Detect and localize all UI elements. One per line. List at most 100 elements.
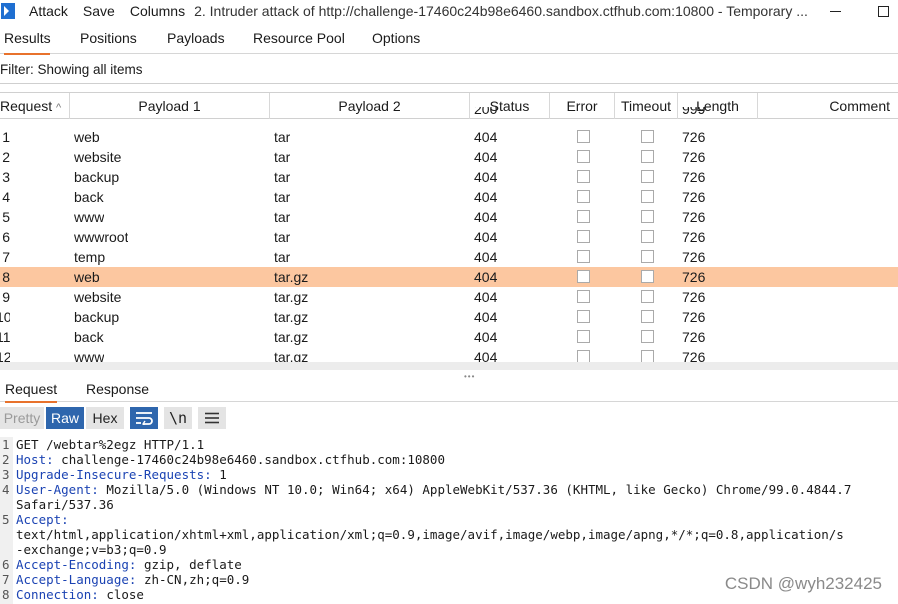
error-checkbox[interactable] (577, 350, 590, 362)
table-row[interactable]: 10 backup tar.gz 404 726 (0, 307, 898, 327)
word-wrap-button[interactable] (130, 407, 158, 429)
line-number: 1 (2, 437, 10, 452)
error-checkbox[interactable] (577, 330, 590, 343)
timeout-checkbox[interactable] (641, 330, 654, 343)
cell-length: 726 (682, 249, 706, 265)
line-number: 8 (2, 587, 10, 602)
timeout-checkbox[interactable] (641, 290, 654, 303)
error-checkbox[interactable] (577, 170, 590, 183)
cell-status: 404 (474, 249, 498, 265)
cell-payload2: tar (274, 129, 291, 145)
timeout-checkbox[interactable] (641, 190, 654, 203)
tab-positions[interactable]: Positions (80, 26, 140, 54)
tab-resource-pool[interactable]: Resource Pool (253, 26, 348, 54)
request-line-text: User-Agent: Mozilla/5.0 (Windows NT 10.0… (16, 482, 851, 497)
timeout-checkbox[interactable] (641, 170, 654, 183)
header-value: -exchange;v=b3;q=0.9 (16, 542, 167, 557)
table-row[interactable]: 3 backup tar 404 726 (0, 167, 898, 187)
table-row[interactable]: 8 web tar.gz 404 726 (0, 267, 898, 287)
menu-attack[interactable]: Attack (29, 3, 68, 19)
cell-status: 404 (474, 329, 498, 345)
show-newlines-button[interactable]: \n (164, 407, 192, 429)
request-line: 3 Upgrade-Insecure-Requests: 1 (0, 467, 898, 482)
table-row[interactable]: 4 back tar 404 726 (0, 187, 898, 207)
timeout-checkbox[interactable] (641, 130, 654, 143)
error-checkbox[interactable] (577, 210, 590, 223)
cell-payload2: tar.gz (274, 349, 309, 362)
error-checkbox[interactable] (577, 310, 590, 323)
error-checkbox[interactable] (577, 130, 590, 143)
maximize-button[interactable] (868, 0, 898, 22)
table-row[interactable]: 2 website tar 404 726 (0, 147, 898, 167)
request-line: 1 GET /webtar%2egz HTTP/1.1 (0, 437, 898, 452)
tab-payloads[interactable]: Payloads (167, 26, 227, 54)
cell-status: 200 (474, 107, 498, 117)
timeout-checkbox[interactable] (641, 230, 654, 243)
tab-request[interactable]: Request (5, 378, 57, 403)
maximize-icon (877, 5, 889, 17)
error-checkbox[interactable] (577, 190, 590, 203)
timeout-checkbox[interactable] (641, 210, 654, 223)
cell-length: 726 (682, 149, 706, 165)
header-key: Host: (16, 452, 54, 467)
hex-button[interactable]: Hex (86, 407, 124, 429)
cell-status: 404 (474, 129, 498, 145)
error-checkbox[interactable] (577, 270, 590, 283)
cell-payload2: tar (274, 149, 291, 165)
pane-splitter[interactable]: ••• (0, 370, 898, 381)
cell-payload1: backup (74, 309, 120, 325)
menu-save[interactable]: Save (83, 3, 115, 19)
request-line-text: Accept: (16, 512, 69, 527)
header-key: Accept-Encoding: (16, 557, 137, 572)
tab-response[interactable]: Response (86, 378, 150, 402)
timeout-checkbox[interactable] (641, 250, 654, 263)
cell-payload2: tar.gz (274, 289, 309, 305)
raw-button[interactable]: Raw (46, 407, 84, 429)
timeout-checkbox[interactable] (641, 350, 654, 362)
menu-columns[interactable]: Columns (130, 3, 185, 19)
header-key: Accept: (16, 512, 69, 527)
timeout-checkbox[interactable] (641, 270, 654, 283)
request-line-text: -exchange;v=b3;q=0.9 (16, 542, 167, 557)
request-line: 5 Accept: (0, 512, 898, 527)
cell-payload2: tar (274, 249, 291, 265)
timeout-checkbox[interactable] (641, 150, 654, 163)
pretty-button[interactable]: Pretty (0, 407, 44, 429)
results-table: Request ^ Payload 1 Payload 2 Status Err… (0, 92, 898, 362)
minimize-button[interactable] (820, 0, 850, 22)
timeout-checkbox[interactable] (641, 310, 654, 323)
error-checkbox[interactable] (577, 230, 590, 243)
table-row[interactable]: 9 website tar.gz 404 726 (0, 287, 898, 307)
horizontal-scrollbar[interactable] (0, 362, 898, 370)
hamburger-menu-icon (205, 412, 219, 424)
table-row[interactable]: 7 temp tar 404 726 (0, 247, 898, 267)
header-key: User-Agent: (16, 482, 99, 497)
header-value: zh-CN,zh;q=0.9 (136, 572, 250, 587)
table-row[interactable]: 6 wwwroot tar 404 726 (0, 227, 898, 247)
cell-status: 404 (474, 149, 498, 165)
table-row[interactable]: 12 www tar.gz 404 726 (0, 347, 898, 362)
cell-status: 404 (474, 229, 498, 245)
table-row[interactable]: 5 www tar 404 726 (0, 207, 898, 227)
table-row-partial[interactable]: 200 999 (0, 107, 898, 119)
table-row[interactable]: 11 back tar.gz 404 726 (0, 327, 898, 347)
cell-status: 404 (474, 189, 498, 205)
attack-tabs: Results Positions Payloads Resource Pool… (0, 26, 898, 55)
tab-options[interactable]: Options (372, 26, 432, 54)
line-number: 5 (2, 512, 10, 527)
table-row[interactable]: 1 web tar 404 726 (0, 127, 898, 147)
burp-app-icon (1, 3, 15, 19)
header-key: Upgrade-Insecure-Requests: (16, 467, 212, 482)
options-menu-button[interactable] (198, 407, 226, 429)
filter-bar[interactable]: Filter: Showing all items (0, 56, 898, 84)
cell-payload2: tar.gz (274, 309, 309, 325)
error-checkbox[interactable] (577, 150, 590, 163)
request-line: Safari/537.36 (0, 497, 898, 512)
tab-results[interactable]: Results (4, 26, 51, 55)
error-checkbox[interactable] (577, 250, 590, 263)
error-checkbox[interactable] (577, 290, 590, 303)
header-value: GET /webtar%2egz HTTP/1.1 (16, 437, 205, 452)
header-value: gzip, deflate (136, 557, 242, 572)
cell-request: 11 (0, 329, 10, 345)
cell-payload2: tar.gz (274, 269, 309, 285)
